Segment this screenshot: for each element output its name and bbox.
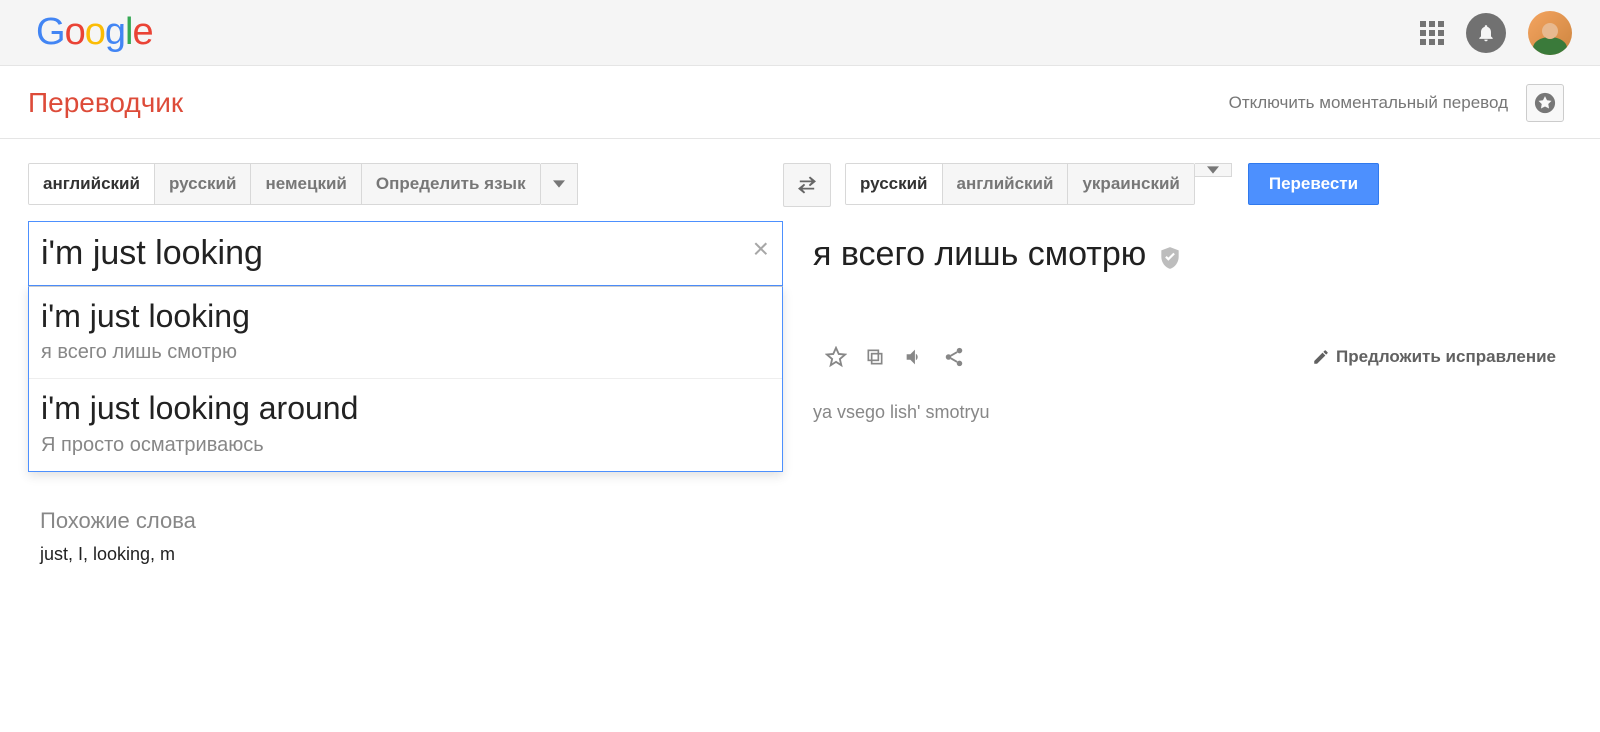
autocomplete-suggestions: i'm just looking я всего лишь смотрю i'm… [28, 286, 783, 472]
target-lang-tabs: русский английский украинский [845, 163, 1195, 205]
header-right [1420, 11, 1572, 55]
share-translation-icon[interactable] [943, 346, 965, 368]
source-lang-tabs: английский русский немецкий Определить я… [28, 163, 541, 205]
suggestion-item[interactable]: i'm just looking я всего лишь смотрю [29, 287, 782, 379]
translate-button[interactable]: Перевести [1248, 163, 1379, 205]
src-lang-tab-english[interactable]: английский [29, 164, 155, 204]
src-lang-tab-russian[interactable]: русский [155, 164, 252, 204]
account-avatar[interactable] [1528, 11, 1572, 55]
app-title: Переводчик [28, 87, 183, 119]
suggestion-text: i'm just looking [41, 297, 770, 335]
suggest-edit-label: Предложить исправление [1336, 347, 1556, 367]
src-lang-dropdown[interactable] [541, 163, 578, 205]
suggestion-translation: Я просто осматриваюсь [41, 434, 770, 457]
suggestion-text: i'm just looking around [41, 389, 770, 427]
dst-lang-tab-ukrainian[interactable]: украинский [1068, 164, 1193, 204]
clear-input-icon[interactable]: × [753, 235, 769, 263]
transliteration-text: ya vsego lish' smotryu [805, 402, 1572, 423]
source-panel: × i'm just looking я всего лишь смотрю i… [28, 221, 783, 472]
google-logo[interactable]: Google [36, 11, 153, 54]
notifications-icon[interactable] [1466, 13, 1506, 53]
apps-icon[interactable] [1420, 21, 1444, 45]
verified-icon [1157, 245, 1183, 276]
similar-words-heading: Похожие слова [40, 508, 1572, 534]
dst-lang-dropdown[interactable] [1195, 163, 1232, 177]
swap-languages-button[interactable] [783, 163, 831, 207]
copy-translation-icon[interactable] [865, 347, 885, 367]
language-row: английский русский немецкий Определить я… [28, 163, 1572, 207]
app-subbar: Переводчик Отключить моментальный перево… [0, 66, 1600, 139]
similar-words-list: just, I, looking, m [40, 544, 1572, 565]
listen-translation-icon[interactable] [903, 346, 925, 368]
src-lang-tab-german[interactable]: немецкий [251, 164, 361, 204]
suggest-edit-button[interactable]: Предложить исправление [1312, 347, 1556, 367]
src-lang-tab-detect[interactable]: Определить язык [362, 164, 540, 204]
similar-words-section: Похожие слова just, I, looking, m [28, 472, 1572, 565]
dst-lang-tab-english[interactable]: английский [943, 164, 1069, 204]
source-text-input[interactable] [29, 222, 782, 285]
google-header: Google [0, 0, 1600, 66]
dst-lang-tab-russian[interactable]: русский [846, 164, 943, 204]
suggestion-item[interactable]: i'm just looking around Я просто осматри… [29, 379, 782, 470]
translation-text: я всего лишь смотрю [813, 235, 1146, 273]
translation-toolbar: Предложить исправление [813, 346, 1556, 368]
phrasebook-star-button[interactable] [1526, 84, 1564, 122]
disable-instant-translate-link[interactable]: Отключить моментальный перевод [1229, 93, 1508, 113]
target-panel: я всего лишь смотрю [805, 221, 1572, 423]
save-translation-star-icon[interactable] [825, 346, 847, 368]
suggestion-translation: я всего лишь смотрю [41, 341, 770, 364]
